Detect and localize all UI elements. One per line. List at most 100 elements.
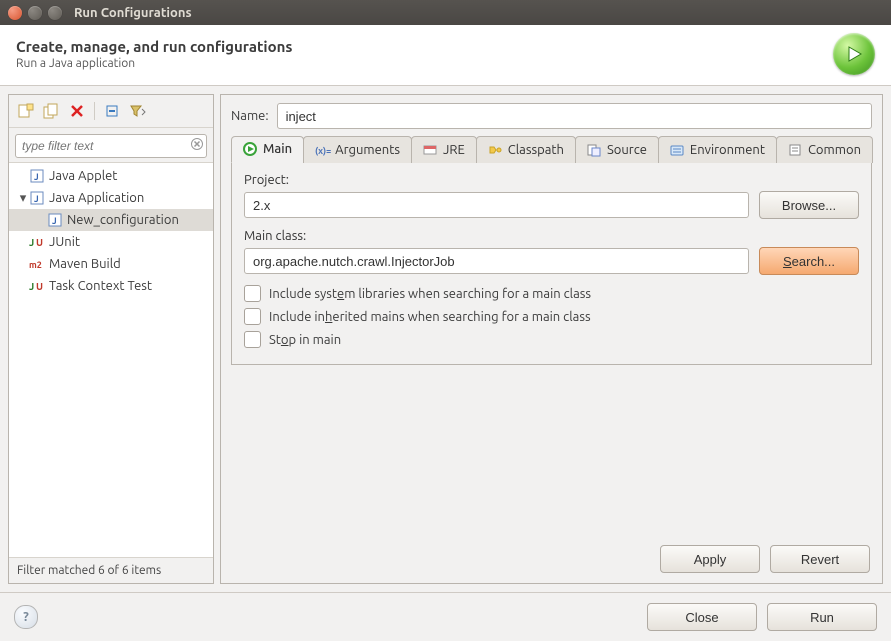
revert-button[interactable]: Revert [770,545,870,573]
svg-text:U: U [36,237,43,248]
tree-item-label: New_configuration [67,213,179,227]
tab-environment[interactable]: Environment [658,136,777,163]
config-tree-pane: ▸JJava Applet▾JJava Application▸JNew_con… [8,94,214,584]
toolbar-separator [94,102,95,120]
classpath-tab-icon [488,143,502,157]
svg-text:(x)=: (x)= [315,146,331,156]
dialog-header: Create, manage, and run configurations R… [0,25,891,86]
close-button[interactable]: Close [647,603,757,631]
project-input[interactable] [244,192,749,218]
revert-label: Revert [801,552,839,567]
filter-status: Filter matched 6 of 6 items [9,557,213,583]
help-button[interactable]: ? [14,605,38,629]
task-context-icon: JU [29,278,45,294]
maximize-window-button[interactable] [48,6,62,20]
search-mainclass-button[interactable]: Search... [759,247,859,275]
new-config-button[interactable] [13,99,37,123]
tree-item-label: Java Application [49,191,144,205]
window-title: Run Configurations [74,6,192,20]
java-config-icon: J [47,212,63,228]
expand-arrow-icon[interactable]: ▾ [17,191,29,206]
tab-label: Common [808,143,861,157]
tree-item-new-configuration[interactable]: ▸JNew_configuration [9,209,213,231]
config-name-input[interactable] [277,103,872,129]
chk-include-syslibs[interactable] [244,285,261,302]
close-label: Close [685,610,718,625]
chk-stop-in-main[interactable] [244,331,261,348]
duplicate-config-button[interactable] [39,99,63,123]
tree-item-label: Maven Build [49,257,121,271]
environment-tab-icon [670,143,684,157]
header-subtitle: Run a Java application [16,57,833,70]
tree-toolbar [9,95,213,128]
filter-wrap [9,128,213,162]
header-title: Create, manage, and run configurations [16,38,833,55]
tab-main[interactable]: Main [231,136,304,163]
arguments-tab-icon: (x)= [315,143,329,157]
tab-arguments[interactable]: (x)= Arguments [303,136,412,163]
browse-label: Browse... [782,198,836,213]
tab-classpath[interactable]: Classpath [476,136,576,163]
run-button-label: Run [810,610,834,625]
run-button[interactable]: Run [767,603,877,631]
jre-tab-icon [423,143,437,157]
main-tab-icon [243,142,257,156]
source-tab-icon [587,143,601,157]
tree-item-label: JUnit [49,235,80,249]
tree-item-label: Task Context Test [49,279,152,293]
svg-text:U: U [36,281,43,292]
svg-text:J: J [34,172,39,182]
dialog-footer: ? Close Run [0,592,891,641]
tab-label: JRE [443,143,465,157]
chk-include-inherited[interactable] [244,308,261,325]
tab-source[interactable]: Source [575,136,659,163]
titlebar: Run Configurations [0,0,891,25]
apply-label: Apply [694,552,727,567]
tab-common[interactable]: Common [776,136,873,163]
tab-label: Classpath [508,143,564,157]
tree-filter-input[interactable] [15,134,207,158]
tab-main-body: Project: Browse... Main class: Search... [231,163,872,365]
search-label: Search... [783,254,835,269]
run-icon [833,33,875,75]
mainclass-label: Main class: [244,229,859,243]
tree-item-java-applet[interactable]: ▸JJava Applet [9,165,213,187]
svg-text:J: J [52,216,57,226]
tab-label: Arguments [335,143,400,157]
filter-menu-button[interactable] [126,99,150,123]
tree-item-junit[interactable]: ▸JUJUnit [9,231,213,253]
tree-item-label: Java Applet [49,169,117,183]
config-editor-pane: Name: Main (x)= Arguments JRE Classpath Sourc… [220,94,883,584]
java-launch-icon: J [29,168,45,184]
maven-icon: m2 [29,256,45,272]
name-label: Name: [231,109,269,123]
common-tab-icon [788,143,802,157]
project-label: Project: [244,173,859,187]
delete-config-button[interactable] [65,99,89,123]
mainclass-input[interactable] [244,248,749,274]
junit-icon: JU [29,234,45,250]
config-tree[interactable]: ▸JJava Applet▾JJava Application▸JNew_con… [9,162,213,557]
collapse-all-button[interactable] [100,99,124,123]
tab-bar: Main (x)= Arguments JRE Classpath Source Envir… [231,135,872,163]
svg-text:J: J [29,281,34,292]
apply-button[interactable]: Apply [660,545,760,573]
java-launch-icon: J [29,190,45,206]
svg-text:m2: m2 [29,260,42,270]
browse-project-button[interactable]: Browse... [759,191,859,219]
tab-jre[interactable]: JRE [411,136,477,163]
tab-label: Source [607,143,647,157]
close-window-button[interactable] [8,6,22,20]
tab-label: Main [263,142,292,156]
tab-label: Environment [690,143,765,157]
chk-stop-in-main-label: Stop in main [269,333,341,347]
svg-text:J: J [34,194,39,204]
chk-include-syslibs-label: Include system libraries when searching … [269,287,591,301]
svg-text:J: J [29,237,34,248]
main-split: ▸JJava Applet▾JJava Application▸JNew_con… [0,86,891,592]
tree-item-java-application[interactable]: ▾ J Java Application [9,187,213,209]
minimize-window-button[interactable] [28,6,42,20]
tree-item-maven-build[interactable]: ▸m2Maven Build [9,253,213,275]
chk-include-inherited-label: Include inherited mains when searching f… [269,310,591,324]
tree-item-task-context-test[interactable]: ▸JUTask Context Test [9,275,213,297]
